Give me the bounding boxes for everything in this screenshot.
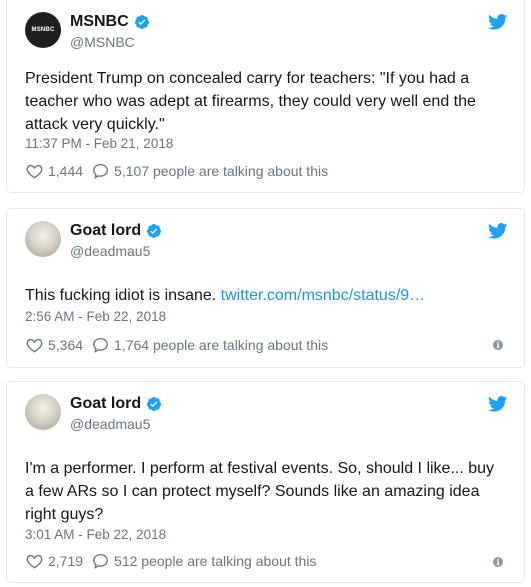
handle[interactable]: @deadmau5 [70, 243, 162, 259]
tweet-text-body: This fucking idiot is insane. [25, 287, 221, 304]
like-count[interactable]: 1,444 [48, 163, 83, 179]
avatar[interactable] [25, 221, 61, 257]
speech-bubble-icon[interactable] [91, 162, 110, 180]
timestamp[interactable]: 2:56 AM - Feb 22, 2018 [25, 309, 166, 324]
tweet-link[interactable]: twitter.com/msnbc/status/9… [221, 287, 426, 304]
talking-about-count[interactable]: 512 people are talking about this [114, 553, 316, 569]
author-block[interactable]: MSNBC @MSNBC [70, 12, 150, 50]
tweet-text: I'm a performer. I perform at festival e… [25, 460, 495, 523]
tweet-actions: 1,444 5,107 people are talking about thi… [25, 162, 328, 180]
like-count[interactable]: 2,719 [48, 553, 83, 569]
author-block[interactable]: Goat lord @deadmau5 [70, 221, 162, 259]
tweet-text: President Trump on concealed carry for t… [25, 70, 476, 133]
info-icon[interactable]: i [493, 557, 503, 567]
twitter-bird-icon[interactable] [488, 14, 508, 30]
display-name[interactable]: Goat lord [70, 395, 141, 413]
talking-about-count[interactable]: 1,764 people are talking about this [114, 337, 328, 353]
avatar-logo-text: MSNBC [31, 27, 55, 33]
heart-icon[interactable] [25, 162, 44, 180]
author-block[interactable]: Goat lord @deadmau5 [70, 394, 162, 432]
handle[interactable]: @MSNBC [70, 34, 150, 50]
tweet-card-deadmau5-1[interactable]: Goat lord @deadmau5 This fucking idiot i… [6, 208, 525, 368]
talking-about-count[interactable]: 5,107 people are talking about this [114, 163, 328, 179]
display-name[interactable]: Goat lord [70, 222, 141, 240]
speech-bubble-icon[interactable] [91, 552, 110, 570]
heart-icon[interactable] [25, 552, 44, 570]
tweet-text: This fucking idiot is insane. twitter.co… [25, 284, 506, 307]
verified-badge-icon [147, 224, 162, 238]
tweet-card-msnbc[interactable]: MSNBC MSNBC @MSNBC President Trump on co… [6, 0, 525, 193]
tweet-actions: 5,364 1,764 people are talking about thi… [25, 336, 328, 354]
like-count[interactable]: 5,364 [48, 337, 83, 353]
avatar[interactable] [25, 394, 61, 430]
timestamp[interactable]: 11:37 PM - Feb 21, 2018 [25, 136, 173, 151]
display-name[interactable]: MSNBC [70, 13, 129, 31]
handle[interactable]: @deadmau5 [70, 416, 162, 432]
tweet-actions: 2,719 512 people are talking about this [25, 552, 316, 570]
tweet-feed: MSNBC MSNBC @MSNBC President Trump on co… [0, 0, 531, 587]
tweet-card-deadmau5-2[interactable]: Goat lord @deadmau5 I'm a performer. I p… [6, 381, 525, 583]
info-icon[interactable]: i [493, 340, 503, 350]
timestamp[interactable]: 3:01 AM - Feb 22, 2018 [25, 527, 166, 542]
heart-icon[interactable] [25, 336, 44, 354]
speech-bubble-icon[interactable] [91, 336, 110, 354]
twitter-bird-icon[interactable] [488, 223, 508, 239]
verified-badge-icon [134, 15, 149, 29]
avatar[interactable]: MSNBC [25, 12, 61, 48]
verified-badge-icon [147, 397, 162, 411]
twitter-bird-icon[interactable] [488, 396, 508, 412]
